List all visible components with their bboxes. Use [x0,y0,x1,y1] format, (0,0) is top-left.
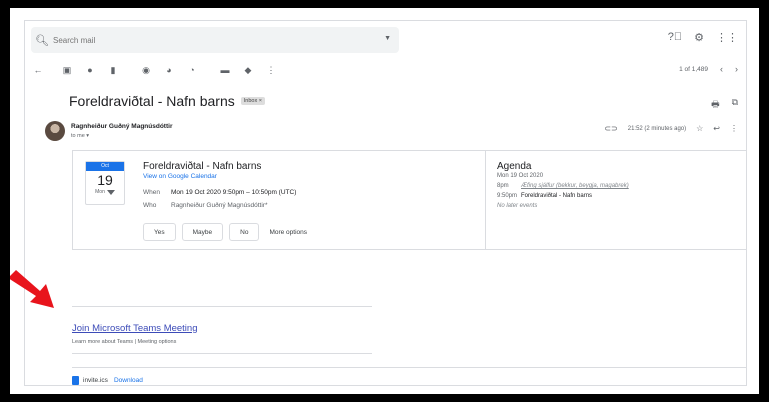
screenshot-frame: 🔍︎ ▼ ?⃝ ⚙ ⋮⋮ ← ▣ ● ▮ ◉ ◕ ◔ ▬ ◆ ⋮ 1 of 1,… [8,6,761,396]
red-arrow-icon [10,270,54,308]
